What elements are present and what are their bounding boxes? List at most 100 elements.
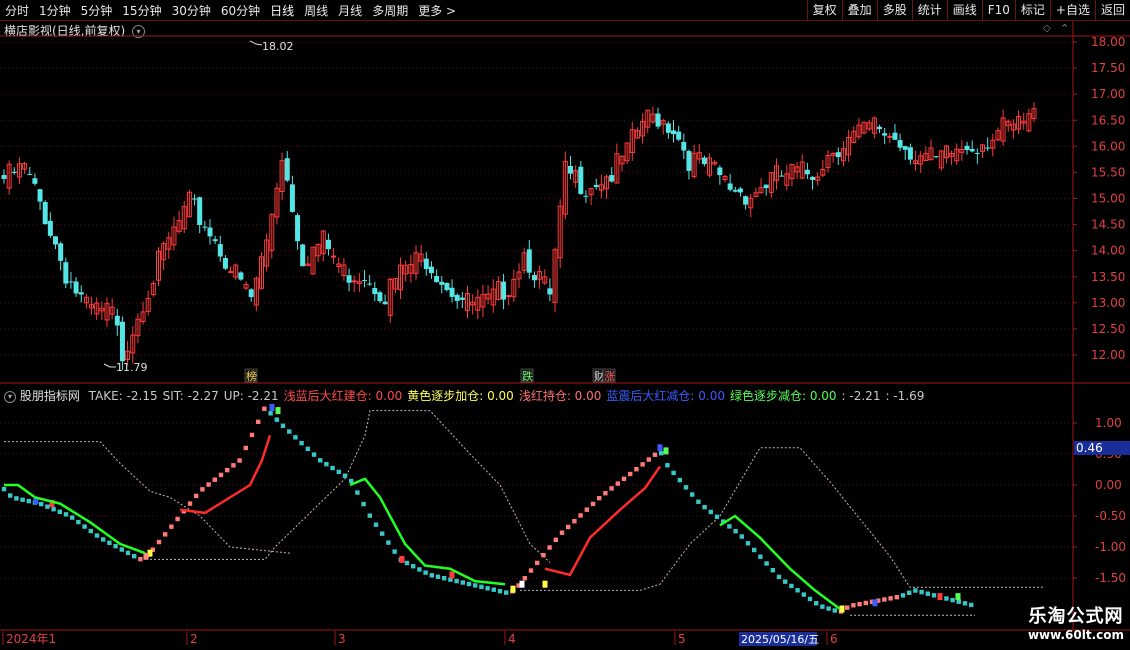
candle-body-down bbox=[501, 281, 507, 300]
indicator-square bbox=[913, 588, 918, 593]
indicator-square bbox=[659, 451, 664, 456]
candle-body-down bbox=[835, 152, 841, 158]
candle-body-down bbox=[27, 173, 33, 175]
indicator-square bbox=[361, 501, 366, 507]
indicator-square bbox=[20, 497, 25, 502]
indicator-square bbox=[435, 574, 441, 579]
price-tick-label: 15.00 bbox=[1091, 192, 1125, 206]
candle-body-down bbox=[11, 171, 17, 173]
indicator-square bbox=[640, 462, 645, 467]
indicator-square bbox=[764, 561, 769, 566]
indicator-square bbox=[925, 591, 930, 596]
candle-body-down bbox=[289, 184, 295, 212]
candle-body-down bbox=[37, 189, 43, 202]
indicator-square bbox=[646, 457, 651, 462]
indicator-square bbox=[119, 547, 124, 552]
candle-body-down bbox=[568, 165, 573, 174]
indicator-square bbox=[311, 452, 317, 457]
price-tick-label: 12.00 bbox=[1091, 348, 1125, 362]
indicator-square bbox=[900, 593, 906, 598]
candle-body-down bbox=[454, 294, 460, 301]
indicator-square bbox=[572, 519, 577, 524]
time-axis-label: 5 bbox=[678, 632, 686, 646]
indicator-square bbox=[882, 597, 887, 602]
indicator-square bbox=[770, 567, 775, 573]
candle-body-down bbox=[192, 198, 198, 200]
candle-body-down bbox=[763, 184, 769, 189]
candle-body-down bbox=[222, 258, 228, 269]
price-tick-label: 17.50 bbox=[1091, 61, 1125, 75]
indicator-signal-marker bbox=[657, 444, 663, 452]
indicator-square bbox=[392, 549, 397, 554]
candle-body-down bbox=[58, 243, 64, 261]
indicator-square bbox=[752, 547, 757, 553]
price-tick-label: 16.50 bbox=[1091, 113, 1125, 127]
candle-body-down bbox=[372, 288, 378, 295]
indicator-square bbox=[132, 554, 137, 559]
indicator-square bbox=[931, 593, 937, 598]
candle-body-down bbox=[665, 123, 671, 133]
price-tick-label: 15.50 bbox=[1091, 165, 1125, 179]
indicator-square bbox=[218, 472, 224, 478]
candle-body-down bbox=[676, 131, 682, 140]
candle-body-down bbox=[377, 292, 383, 302]
candle-body-down bbox=[119, 321, 125, 362]
indicator-square bbox=[696, 499, 701, 504]
red-trend-line-2 bbox=[544, 465, 662, 577]
cursor-date-label: 2025/05/16/五 bbox=[741, 633, 819, 646]
candle-body-down bbox=[197, 197, 203, 225]
candle-body-down bbox=[727, 183, 733, 190]
time-axis-label: 6 bbox=[830, 632, 838, 646]
price-tick-label: 12.50 bbox=[1091, 322, 1125, 336]
green-trend-line bbox=[4, 483, 146, 555]
indicator-square bbox=[603, 491, 608, 496]
indicator-square bbox=[336, 469, 341, 475]
indicator-tick-label: 1.00 bbox=[1095, 416, 1122, 430]
indicator-square bbox=[621, 476, 627, 481]
indicator-square bbox=[194, 493, 199, 499]
indicator-signal-marker bbox=[269, 404, 275, 411]
upper-envelope bbox=[4, 441, 291, 554]
indicator-square bbox=[485, 586, 490, 591]
candle-body-down bbox=[444, 283, 450, 290]
indicator-square bbox=[330, 465, 335, 471]
candle-body-down bbox=[212, 239, 218, 242]
red-trend-line bbox=[179, 435, 272, 515]
indicator-square bbox=[739, 534, 744, 539]
candle-body-down bbox=[53, 236, 58, 245]
indicator-square bbox=[82, 524, 87, 529]
chart-canvas[interactable]: 18.00 17.50 17.00 16.50 16.00 15.50 15.00 14.50… bbox=[0, 0, 1130, 650]
watermark: 乐淘公式网 www.60lt.com bbox=[1028, 602, 1124, 642]
watermark-url: www.60lt.com bbox=[1027, 628, 1124, 642]
indicator-square bbox=[429, 573, 434, 578]
indicator-square bbox=[547, 545, 552, 550]
indicator-tick-label: -1.00 bbox=[1095, 540, 1126, 554]
indicator-square bbox=[584, 507, 589, 512]
indicator-square bbox=[466, 581, 472, 587]
event-marker: 涨 bbox=[604, 370, 615, 383]
indicator-square bbox=[367, 513, 372, 518]
indicator-square bbox=[919, 589, 924, 595]
candle-body-down bbox=[686, 151, 692, 171]
indicator-square bbox=[566, 524, 571, 530]
candle-body-down bbox=[238, 272, 244, 280]
candle-body-down bbox=[284, 158, 290, 181]
indicator-square bbox=[423, 570, 428, 575]
indicator-square bbox=[609, 486, 614, 491]
indicator-square bbox=[404, 560, 410, 566]
indicator-square bbox=[559, 530, 565, 535]
time-axis-label: 4 bbox=[508, 632, 516, 646]
candle-body-down bbox=[882, 133, 888, 136]
indicator-square bbox=[702, 504, 707, 510]
indicator-square bbox=[683, 485, 689, 490]
indicator-square bbox=[460, 580, 465, 585]
candle-body-down bbox=[810, 176, 816, 180]
time-axis-label: 2 bbox=[190, 632, 198, 646]
indicator-square bbox=[504, 590, 509, 595]
indicator-square bbox=[293, 435, 298, 440]
indicator-square bbox=[113, 543, 118, 549]
indicator-square bbox=[826, 606, 831, 611]
candle-body-down bbox=[202, 226, 208, 228]
candle-body-down bbox=[300, 244, 306, 267]
indicator-square bbox=[8, 493, 13, 498]
